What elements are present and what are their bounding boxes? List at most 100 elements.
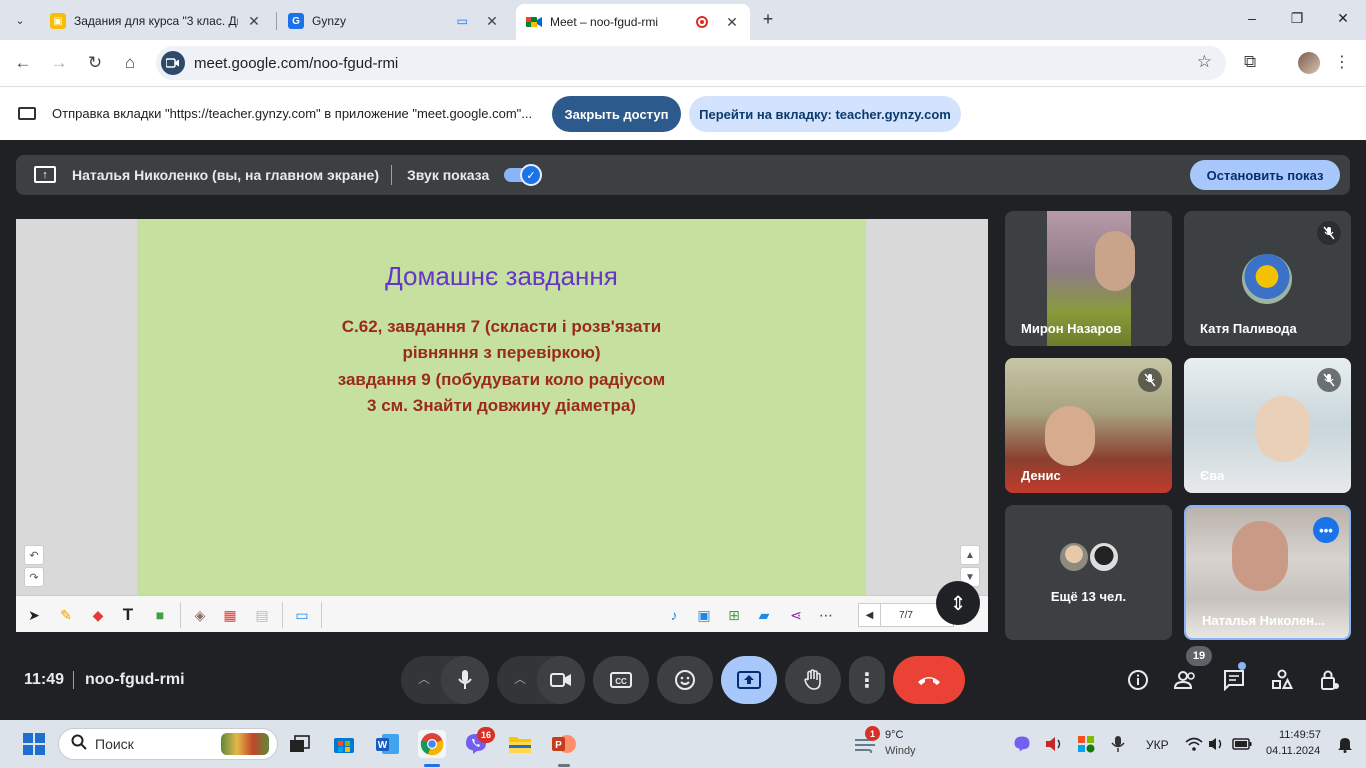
speaker-tray-icon[interactable] (1040, 730, 1068, 758)
raise-hand-button[interactable] (785, 656, 841, 704)
share-icon[interactable]: ⋖ (786, 605, 806, 625)
eraser-tool-icon[interactable]: ◆ (88, 605, 108, 625)
window-close-icon[interactable]: ✕ (1333, 10, 1353, 27)
participant-tile[interactable]: Мирон Назаров (1005, 211, 1172, 346)
present-now-button[interactable] (721, 656, 777, 704)
extensions-icon[interactable]: ⧉ (1244, 52, 1256, 72)
profile-avatar[interactable] (1298, 52, 1320, 74)
tab-close-icon[interactable]: ✕ (724, 14, 740, 31)
people-icon[interactable] (1174, 668, 1198, 692)
leave-call-button[interactable] (893, 656, 965, 704)
table-tool-icon[interactable]: ▤ (252, 605, 272, 625)
shapes-tool-icon[interactable]: ■ (150, 605, 170, 625)
participant-tile[interactable]: Денис (1005, 358, 1172, 493)
start-windows-icon[interactable] (20, 730, 48, 758)
tab-search-button[interactable]: ⌄ (8, 8, 32, 32)
more-options-icon[interactable]: ••• (1313, 517, 1339, 543)
host-controls-icon[interactable] (1318, 668, 1342, 692)
tab-gynzy-assignments[interactable]: ▣ Задания для курса "3 клас. Ди ✕ (40, 6, 272, 36)
word-icon[interactable]: W (374, 730, 402, 758)
tab-meet[interactable]: Meet – noo-fgud-rmi ✕ (516, 4, 750, 40)
mic-tray-icon[interactable] (1104, 730, 1132, 758)
forward-icon[interactable]: → (46, 50, 72, 76)
url-text: meet.google.com/noo-fgud-rmi (194, 54, 399, 72)
folder-icon[interactable]: ▰ (754, 605, 774, 625)
back-icon[interactable]: ← (10, 50, 36, 76)
prev-slide-icon[interactable]: ◀ (859, 604, 881, 626)
undo-icon[interactable]: ↶ (24, 545, 44, 565)
add-slide-icon[interactable]: ⊞ (724, 605, 744, 625)
scroll-up-icon[interactable]: ▲ (960, 545, 980, 565)
share-audio-toggle[interactable]: ✓ (504, 164, 542, 186)
address-bar[interactable]: meet.google.com/noo-fgud-rmi ☆ (156, 46, 1226, 80)
home-icon[interactable]: ⌂ (117, 50, 143, 76)
restore-icon[interactable]: ❐ (1287, 10, 1307, 27)
viber-tray-icon[interactable] (1008, 730, 1036, 758)
stamp-tool-icon[interactable]: ◈ (190, 605, 210, 625)
toolbar-separator (282, 602, 283, 628)
infobar-text: Отправка вкладки "https://teacher.gynzy.… (52, 106, 533, 121)
participant-tile[interactable]: Катя Паливода (1184, 211, 1351, 346)
participant-name: Єва (1200, 468, 1225, 483)
participant-tile[interactable]: Єва (1184, 358, 1351, 493)
weather-alert-badge: 1 (865, 726, 880, 741)
taskbar-date[interactable]: 04.11.2024 (1266, 745, 1320, 757)
pointer-tool-icon[interactable]: ➤ (24, 605, 44, 625)
classroom-icon: ▣ (50, 13, 66, 29)
tab-close-icon[interactable]: ✕ (246, 13, 262, 30)
tab-separator (276, 12, 277, 30)
more-options-icon[interactable]: ⋮ (849, 656, 885, 704)
slide-line: 3 см. Знайти довжину діаметра) (367, 396, 636, 415)
tab-close-icon[interactable]: ✕ (484, 13, 500, 30)
chrome-icon[interactable] (418, 730, 446, 758)
security-tray-icon[interactable] (1072, 730, 1100, 758)
screen-tool-icon[interactable]: ▭ (292, 605, 312, 625)
stop-presenting-button[interactable]: Остановить показ (1190, 160, 1340, 190)
task-view-icon[interactable] (286, 730, 314, 758)
battery-icon[interactable] (1228, 730, 1256, 758)
file-explorer-icon[interactable] (506, 730, 534, 758)
volume-icon[interactable] (1203, 730, 1231, 758)
minimize-icon[interactable]: – (1242, 10, 1262, 26)
mic-options-chevron-icon[interactable]: ︿ (418, 670, 430, 687)
bookmark-star-icon[interactable]: ☆ (1197, 52, 1212, 72)
participant-avatar (1058, 541, 1090, 573)
text-tool-icon[interactable]: T (118, 605, 138, 625)
chat-icon[interactable] (1222, 668, 1246, 692)
reload-icon[interactable]: ↻ (82, 50, 108, 76)
tab-gynzy[interactable]: G Gynzy ▭ ✕ (278, 6, 510, 36)
meeting-details-icon[interactable] (1126, 668, 1150, 692)
mic-off-icon (1317, 221, 1341, 245)
language-indicator[interactable]: УКР (1146, 738, 1169, 752)
powerpoint-icon[interactable]: P (550, 730, 578, 758)
participant-name: Денис (1021, 468, 1061, 483)
pen-tool-icon[interactable]: ✎ (56, 605, 76, 625)
goto-tab-button[interactable]: Перейти на вкладку: teacher.gynzy.com (689, 96, 961, 132)
activities-icon[interactable] (1270, 668, 1294, 692)
toolbar-separator (321, 602, 322, 628)
mic-button[interactable] (441, 656, 489, 704)
others-tile[interactable]: Ещё 13 чел. (1005, 505, 1172, 640)
search-placeholder: Поиск (95, 736, 134, 752)
taskbar-time[interactable]: 11:49:57 (1279, 729, 1321, 741)
widget-tool-icon[interactable]: ▦ (220, 605, 240, 625)
taskbar-search[interactable]: Поиск (58, 728, 278, 760)
reactions-button[interactable] (657, 656, 713, 704)
self-tile[interactable]: ••• Наталья Николен... (1184, 505, 1351, 640)
notifications-icon[interactable]: ♪ (664, 605, 684, 625)
close-access-button[interactable]: Закрыть доступ (552, 96, 681, 132)
captions-button[interactable]: CC (593, 656, 649, 704)
notifications-bell-icon[interactable] (1334, 730, 1356, 758)
tab-title: Задания для курса "3 клас. Ди (74, 14, 238, 28)
more-icon[interactable]: ⋯ (816, 605, 836, 625)
new-tab-button[interactable]: + (758, 9, 778, 30)
chrome-menu-icon[interactable]: ⋮ (1334, 52, 1350, 72)
camera-options-chevron-icon[interactable]: ︿ (514, 670, 526, 687)
store-icon[interactable] (330, 730, 358, 758)
save-icon[interactable]: ▣ (694, 605, 714, 625)
weather-temp: 9°C (885, 729, 904, 741)
camera-button[interactable] (537, 656, 585, 704)
expand-toolbar-button[interactable]: ⇕ (936, 581, 980, 625)
camera-site-icon[interactable] (161, 51, 185, 75)
redo-icon[interactable]: ↷ (24, 567, 44, 587)
